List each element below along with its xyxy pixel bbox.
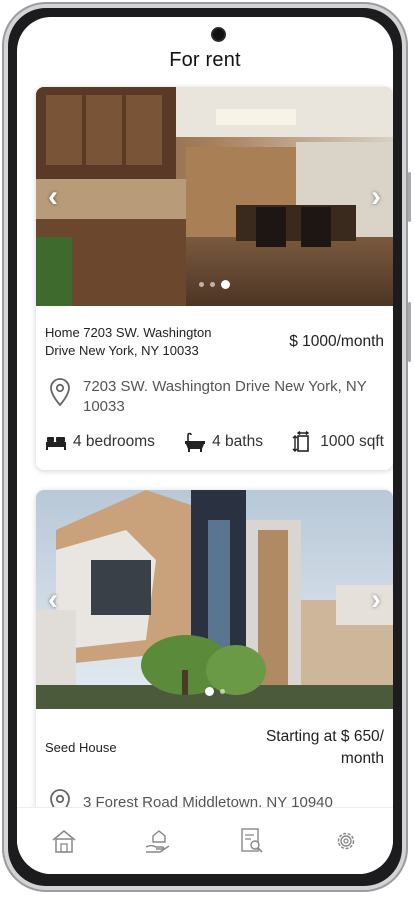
listing-header-row: Seed House Starting at $ 650/ month <box>45 720 384 776</box>
phone-frame: For rent ‹ › Home 7203 SW. Washington Dr… <box>2 2 411 892</box>
volume-button <box>408 172 411 222</box>
hand-house-icon <box>145 830 170 853</box>
listing-photo-kitchen[interactable]: ‹ › <box>36 87 393 306</box>
baths-feature: 4 baths <box>184 432 263 452</box>
page-title: For rent <box>169 49 241 71</box>
gear-icon <box>337 832 355 850</box>
carousel-prev-arrow[interactable]: ‹ <box>48 584 58 615</box>
listing-price: $ 1000/month <box>289 333 384 350</box>
carousel-dot[interactable] <box>210 282 215 288</box>
bed-icon <box>46 437 66 450</box>
listing-header-row: Home 7203 SW. Washington Drive New York,… <box>45 317 384 367</box>
carousel-dot-active[interactable] <box>204 687 214 697</box>
floor-area-icon <box>292 431 310 452</box>
phone-bezel: For rent ‹ › Home 7203 SW. Washington Dr… <box>8 8 402 886</box>
baths-label: 4 baths <box>212 433 263 450</box>
bathtub-icon <box>185 432 206 452</box>
listing-name: Seed House <box>45 740 117 755</box>
carousel-dot-active[interactable] <box>221 280 230 290</box>
front-camera <box>213 29 224 40</box>
home-icon <box>52 830 76 853</box>
listing-price: Starting at $ 650/ month <box>265 728 384 767</box>
bedrooms-label: 4 bedrooms <box>73 433 155 450</box>
bottom-navigation <box>17 807 393 874</box>
carousel-dot[interactable] <box>219 689 225 695</box>
carousel-dots <box>36 276 393 294</box>
listing-address-row: 7203 SW. Washington Drive New York, NY 1… <box>45 377 384 421</box>
screen: For rent ‹ › Home 7203 SW. Washington Dr… <box>17 17 393 874</box>
listing-features: 4 bedrooms 4 baths 1000 sqft <box>45 431 384 453</box>
power-button <box>408 302 411 362</box>
location-pin-icon <box>50 378 70 407</box>
listing-card[interactable]: ‹ › Seed House Starting at $ 650/ month <box>36 490 393 840</box>
carousel-dot[interactable] <box>199 282 204 288</box>
house-photo <box>36 490 393 709</box>
carousel-next-arrow[interactable]: › <box>371 584 381 615</box>
nav-settings[interactable] <box>331 826 361 856</box>
listing-info: Seed House Starting at $ 650/ month 3 Fo… <box>36 720 393 818</box>
listing-name: Home 7203 SW. Washington Drive New York,… <box>45 325 212 358</box>
listing-address: 7203 SW. Washington Drive New York, NY 1… <box>83 378 367 415</box>
document-search-icon <box>241 828 263 853</box>
nav-documents[interactable] <box>237 826 267 856</box>
kitchen-photo <box>36 87 393 306</box>
nav-rent[interactable] <box>143 826 173 856</box>
area-label: 1000 sqft <box>320 433 384 450</box>
carousel-dots <box>36 683 393 701</box>
carousel-next-arrow[interactable]: › <box>371 181 381 212</box>
nav-home[interactable] <box>49 826 79 856</box>
listing-card[interactable]: ‹ › Home 7203 SW. Washington Drive New Y… <box>36 87 393 470</box>
listing-photo-house[interactable]: ‹ › <box>36 490 393 709</box>
bedrooms-feature: 4 bedrooms <box>45 433 155 451</box>
carousel-prev-arrow[interactable]: ‹ <box>48 181 58 212</box>
area-feature: 1000 sqft <box>292 431 384 453</box>
listing-info: Home 7203 SW. Washington Drive New York,… <box>36 317 393 453</box>
